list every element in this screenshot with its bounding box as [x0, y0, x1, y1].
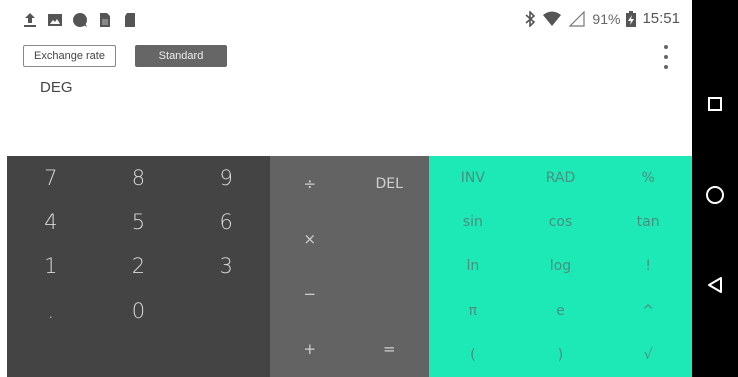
key-pi[interactable]: π	[429, 289, 517, 333]
back-icon[interactable]	[692, 276, 738, 294]
key-minus[interactable]: −	[270, 267, 350, 322]
key-tan[interactable]: tan	[604, 200, 692, 244]
bluetooth-icon	[525, 10, 536, 27]
angle-mode-indicator: DEG	[40, 79, 73, 96]
calculator-screen: 91% 15:51 Exchange rate Standard DEG 7 8…	[0, 0, 692, 377]
key-5[interactable]: 5	[95, 200, 183, 244]
system-status: 91% 15:51	[524, 10, 680, 27]
upload-icon	[24, 13, 36, 27]
key-plus[interactable]: +	[270, 322, 350, 377]
exchange-rate-button[interactable]: Exchange rate	[23, 45, 116, 67]
key-2[interactable]: 2	[95, 244, 183, 288]
notification-icons	[22, 12, 138, 28]
status-bar: 91% 15:51	[0, 0, 692, 36]
key-cos[interactable]: cos	[517, 200, 605, 244]
image-icon	[48, 14, 62, 26]
key-1[interactable]: 1	[7, 244, 95, 288]
key-e[interactable]: e	[517, 289, 605, 333]
number-pad: 7 8 9 4 5 6 1 2 3 . 0	[7, 156, 270, 377]
clock: 15:51	[642, 10, 680, 27]
sd-card-icon	[125, 13, 135, 27]
chat-bubble-icon	[73, 13, 87, 27]
key-log[interactable]: log	[517, 244, 605, 288]
battery-charging-icon	[626, 10, 637, 27]
advanced-pad: INV RAD % sin cos tan ln log ! π e ^ ( )…	[429, 156, 692, 377]
key-ln[interactable]: ln	[429, 244, 517, 288]
key-8[interactable]: 8	[95, 156, 183, 200]
home-icon[interactable]	[692, 185, 738, 205]
key-decimal[interactable]: .	[7, 289, 95, 333]
key-inv[interactable]: INV	[429, 156, 517, 200]
key-factorial[interactable]: !	[604, 244, 692, 288]
key-empty	[182, 289, 270, 333]
key-sin[interactable]: sin	[429, 200, 517, 244]
overflow-menu-icon[interactable]	[660, 45, 672, 69]
operator-pad: ÷ DEL × − + =	[270, 156, 429, 377]
key-6[interactable]: 6	[182, 200, 270, 244]
navigation-bar	[692, 0, 738, 377]
key-open-paren[interactable]: (	[429, 333, 517, 377]
key-0[interactable]: 0	[95, 289, 183, 333]
key-9[interactable]: 9	[182, 156, 270, 200]
key-3[interactable]: 3	[182, 244, 270, 288]
signal-icon	[568, 10, 586, 27]
key-delete[interactable]: DEL	[350, 156, 430, 211]
key-divide[interactable]: ÷	[270, 156, 350, 211]
key-equals[interactable]: =	[350, 322, 430, 377]
key-4[interactable]: 4	[7, 200, 95, 244]
recents-icon[interactable]	[692, 96, 738, 112]
key-power[interactable]: ^	[604, 289, 692, 333]
key-multiply[interactable]: ×	[270, 211, 350, 266]
standard-button[interactable]: Standard	[135, 45, 227, 67]
battery-percent: 91%	[592, 10, 621, 27]
key-sqrt[interactable]: √	[604, 333, 692, 377]
key-close-paren[interactable]: )	[517, 333, 605, 377]
key-7[interactable]: 7	[7, 156, 95, 200]
sim-icon	[100, 13, 110, 27]
key-rad[interactable]: RAD	[517, 156, 605, 200]
wifi-icon	[543, 11, 562, 26]
mode-selector: Exchange rate Standard	[23, 45, 227, 67]
key-percent[interactable]: %	[604, 156, 692, 200]
